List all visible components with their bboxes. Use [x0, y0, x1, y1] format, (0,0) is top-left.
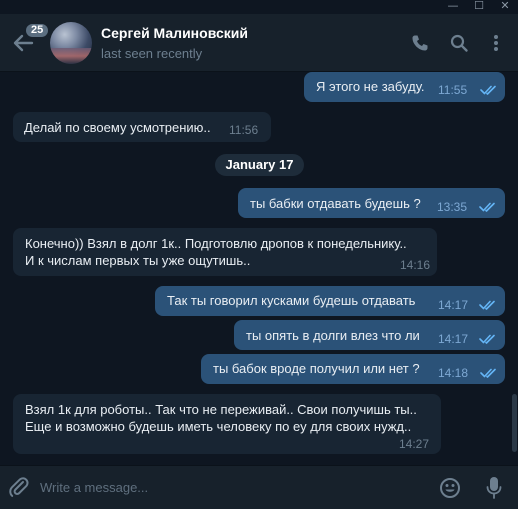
message-text: Конечно)) Взял в долг 1к.. Подготовлю др… — [25, 236, 407, 251]
message-time: 14:27 — [399, 437, 430, 451]
read-checkmarks-icon — [479, 332, 497, 344]
message-text: ты бабок вроде получил или нет ? — [213, 361, 420, 376]
message-time: 11:56 — [229, 123, 259, 137]
message-text: Так ты говорил кусками будешь отдавать — [167, 293, 416, 308]
incoming-message[interactable]: Делай по своему усмотрению.. 11:56 — [13, 112, 271, 142]
outgoing-message[interactable]: ты опять в долги влез что ли 14:17 — [234, 320, 505, 350]
read-checkmarks-icon — [480, 366, 498, 378]
message-time: 14:16 — [400, 258, 431, 272]
scrollbar-thumb[interactable] — [512, 394, 517, 452]
minimize-button[interactable]: — — [442, 0, 464, 14]
paperclip-icon[interactable] — [8, 476, 30, 500]
contact-status: last seen recently — [101, 46, 203, 61]
microphone-icon[interactable] — [486, 476, 502, 500]
message-text: ты бабки отдавать будешь ? — [250, 196, 421, 211]
message-text: ты опять в долги влез что ли — [246, 328, 420, 343]
read-checkmarks-icon — [480, 83, 498, 95]
read-checkmarks-icon — [479, 200, 497, 212]
message-text: И к числам первых ты уже ощутишь.. — [25, 253, 251, 268]
message-time: 11:55 — [438, 83, 468, 97]
emoji-icon[interactable] — [439, 477, 461, 499]
read-checkmarks-icon — [479, 298, 497, 310]
chat-scrollbar[interactable] — [512, 72, 517, 464]
outgoing-message[interactable]: ты бабок вроде получил или нет ? 14:18 — [201, 354, 505, 384]
avatar[interactable] — [50, 22, 92, 64]
more-vertical-icon[interactable] — [486, 33, 506, 53]
incoming-message[interactable]: Взял 1к для роботы.. Так что не пережива… — [13, 394, 441, 454]
message-input[interactable] — [40, 475, 420, 499]
outgoing-message[interactable]: Так ты говорил кусками будешь отдавать 1… — [155, 286, 505, 316]
phone-icon[interactable] — [410, 33, 430, 53]
message-text: Еще и возможно будешь иметь человеку по … — [25, 419, 412, 434]
message-text: Я этого не забуду. — [316, 79, 425, 94]
close-window-button[interactable]: ✕ — [494, 0, 516, 14]
message-time: 14:18 — [438, 366, 469, 380]
outgoing-message[interactable]: ты бабки отдавать будешь ? 13:35 — [238, 188, 505, 218]
maximize-button[interactable]: ☐ — [468, 0, 490, 14]
message-composer — [0, 465, 518, 509]
message-time: 14:17 — [438, 332, 469, 346]
window-titlebar: — ☐ ✕ — [0, 0, 518, 14]
message-time: 14:17 — [438, 298, 469, 312]
message-text: Делай по своему усмотрению.. — [24, 120, 211, 135]
date-separator: January 17 — [215, 154, 304, 176]
unread-count-badge: 25 — [24, 22, 51, 39]
message-list[interactable]: Я этого не забуду. 11:55 Делай по своему… — [0, 72, 512, 464]
message-time: 13:35 — [437, 200, 468, 214]
message-text: Взял 1к для роботы.. Так что не пережива… — [25, 402, 417, 417]
outgoing-message[interactable]: Я этого не забуду. 11:55 — [304, 72, 505, 102]
chat-header: 25 Сергей Малиновский last seen recently — [0, 14, 518, 72]
incoming-message[interactable]: Конечно)) Взял в долг 1к.. Подготовлю др… — [13, 228, 437, 276]
search-icon[interactable] — [449, 33, 469, 53]
contact-name[interactable]: Сергей Малиновский — [101, 25, 248, 41]
